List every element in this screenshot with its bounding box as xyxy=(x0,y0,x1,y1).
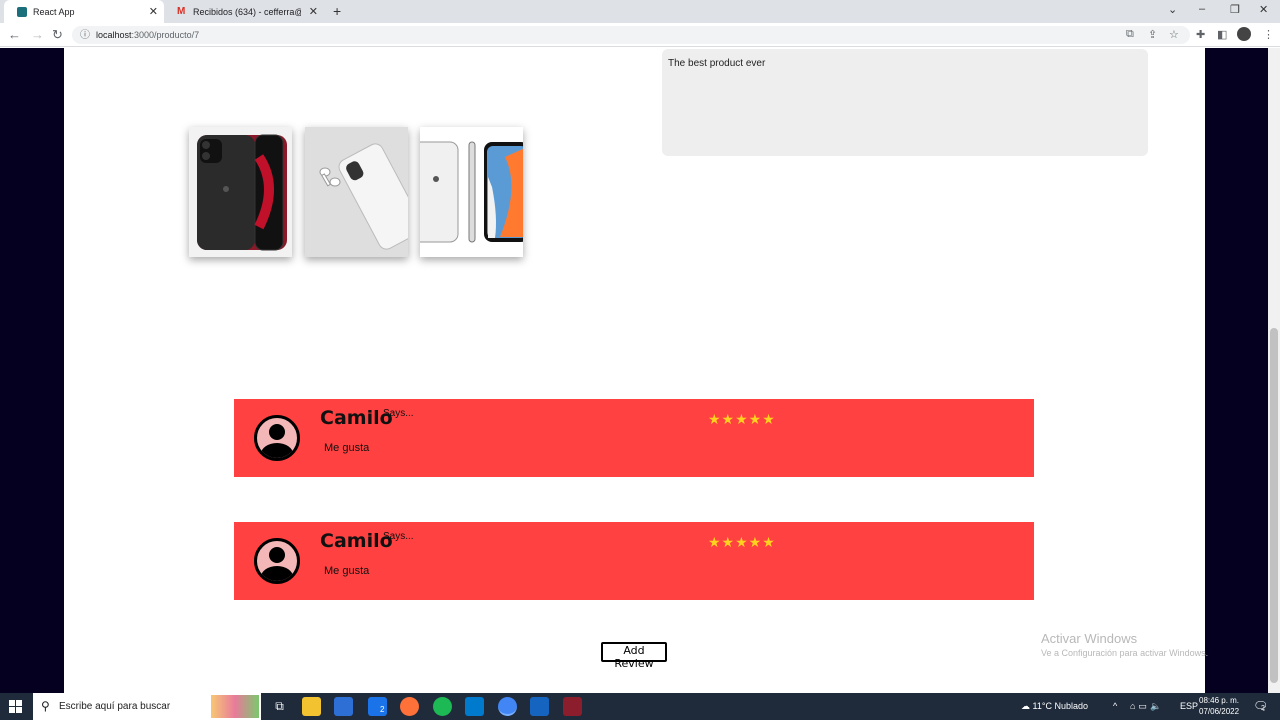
mail-badge: 2 xyxy=(380,705,385,714)
share-icon[interactable]: ⇪ xyxy=(1148,28,1157,41)
scrollbar-thumb[interactable] xyxy=(1270,328,1278,683)
extensions-icon[interactable]: ✚ xyxy=(1196,28,1205,41)
vscode-icon[interactable] xyxy=(465,697,484,716)
search-placeholder: Escribe aquí para buscar xyxy=(59,701,171,712)
back-icon[interactable]: ← xyxy=(8,27,21,42)
chrome-icon[interactable] xyxy=(498,697,517,716)
weather-widget[interactable]: ☁ 11°C Nublado xyxy=(1021,693,1088,720)
firefox-icon[interactable] xyxy=(400,697,419,716)
rating-stars-icon: ★★★★★ xyxy=(708,411,776,427)
bookmark-star-icon[interactable]: ☆ xyxy=(1169,28,1179,41)
user-avatar-icon xyxy=(254,415,300,461)
tab-react-app[interactable]: React App ✕ xyxy=(4,0,164,23)
review-card: Camilo Says... ★★★★★ Me gusta xyxy=(234,522,1034,600)
review-card: Camilo Says... ★★★★★ Me gusta xyxy=(234,399,1034,477)
media-player-icon[interactable] xyxy=(530,697,549,716)
restore-button[interactable]: ❐ xyxy=(1230,3,1240,16)
black-iphone-back-image[interactable] xyxy=(189,127,292,257)
product-page: The best product ever Camilo Says... ★★★… xyxy=(64,48,1205,693)
reload-icon[interactable]: ↻ xyxy=(52,27,63,43)
review-text: Me gusta xyxy=(324,442,370,454)
forward-icon[interactable]: → xyxy=(31,27,44,42)
minimize-button[interactable]: – xyxy=(1199,3,1205,15)
microsoft-store-icon[interactable] xyxy=(334,697,353,716)
review-author: Camilo xyxy=(320,530,393,552)
search-icon: ⚲ xyxy=(41,699,50,713)
search-highlight-image xyxy=(211,695,259,718)
review-text: Me gusta xyxy=(324,565,370,577)
white-iphone-front-back-image[interactable] xyxy=(420,127,523,257)
winrar-icon[interactable] xyxy=(563,697,582,716)
address-toolbar: ← → ↻ ⓘ localhost:3000/producto/7 ⧉ ⇪ ☆ ✚… xyxy=(0,23,1280,47)
weather-text: 11°C Nublado xyxy=(1032,701,1088,711)
windows-start-icon[interactable] xyxy=(9,700,22,713)
vertical-scrollbar[interactable] xyxy=(1268,48,1280,693)
menu-icon[interactable]: ⋮ xyxy=(1263,28,1274,41)
url-bar[interactable]: ⓘ localhost:3000/producto/7 xyxy=(72,26,1190,44)
taskbar-search-input[interactable]: ⚲ Escribe aquí para buscar xyxy=(33,693,261,720)
spotify-icon[interactable] xyxy=(433,697,452,716)
url-host: localhost xyxy=(96,30,132,40)
review-author: Camilo xyxy=(320,407,393,429)
task-view-icon[interactable]: ⧉ xyxy=(270,697,289,716)
taskbar-clock[interactable]: 08:46 p. m. 07/06/2022 xyxy=(1199,695,1239,717)
browser-tab-strip: React App ✕ M Recibidos (634) - cefferra… xyxy=(0,0,1280,23)
language-indicator[interactable]: ESP xyxy=(1180,693,1198,720)
side-panel-icon[interactable]: ◧ xyxy=(1217,28,1227,41)
react-favicon-icon xyxy=(17,6,27,17)
rating-stars-icon: ★★★★★ xyxy=(708,534,776,550)
tray-overflow-icon[interactable]: ^ xyxy=(1113,693,1117,720)
site-info-icon[interactable]: ⓘ xyxy=(80,30,90,41)
tab-title: React App xyxy=(33,6,75,17)
page-viewport: The best product ever Camilo Says... ★★★… xyxy=(0,48,1280,693)
review-says: Says... xyxy=(383,531,414,542)
notification-count: 2 xyxy=(1261,705,1265,712)
white-iphone-airpods-image[interactable] xyxy=(305,127,408,257)
window-close-button[interactable]: ✕ xyxy=(1259,3,1268,16)
clock-time: 08:46 p. m. xyxy=(1199,696,1240,705)
windows-taskbar: ⚲ Escribe aquí para buscar ⧉ 2 ☁ 11°C Nu… xyxy=(0,693,1280,720)
gmail-favicon-icon: M xyxy=(177,5,186,17)
tab-title: Recibidos (634) - cefferra@gmail.com xyxy=(193,6,301,17)
product-description: The best product ever xyxy=(662,49,1148,156)
watermark-subtitle: Ve a Configuración para activar Windows. xyxy=(1041,648,1209,658)
close-icon[interactable]: ✕ xyxy=(149,5,158,18)
close-icon[interactable]: ✕ xyxy=(309,5,318,18)
profile-avatar[interactable] xyxy=(1237,27,1251,41)
clock-date: 07/06/2022 xyxy=(1199,707,1240,716)
translate-icon[interactable]: ⧉ xyxy=(1126,28,1134,41)
watermark-title: Activar Windows xyxy=(1041,631,1138,646)
new-tab-button[interactable]: + xyxy=(333,3,341,19)
tab-gmail[interactable]: M Recibidos (634) - cefferra@gmail.com ✕ xyxy=(164,0,324,23)
windows-activation-watermark: Activar Windows Ve a Configuración para … xyxy=(1041,631,1208,658)
user-avatar-icon xyxy=(254,538,300,584)
file-explorer-icon[interactable] xyxy=(302,697,321,716)
review-says: Says... xyxy=(383,408,414,419)
url-path: :3000/producto/7 xyxy=(131,30,200,40)
tray-system-icons[interactable]: ⌂▭🔈 xyxy=(1130,693,1164,720)
tab-search-icon[interactable]: ⌄ xyxy=(1168,3,1177,16)
description-text: The best product ever xyxy=(668,58,766,69)
add-review-button[interactable]: Add Review xyxy=(601,642,667,670)
